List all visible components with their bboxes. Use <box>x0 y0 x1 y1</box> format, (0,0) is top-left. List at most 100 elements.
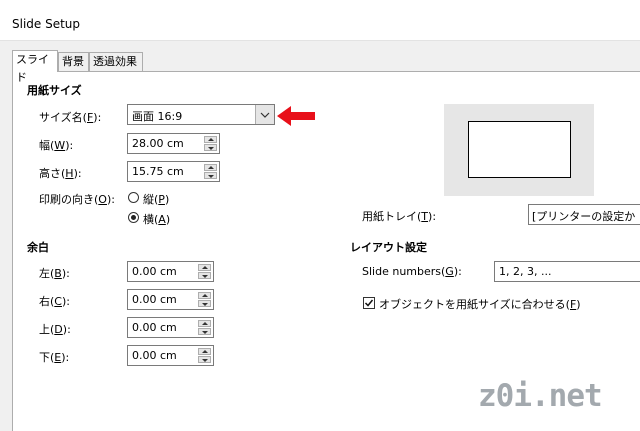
spin-down-button[interactable] <box>204 172 217 179</box>
margin-right-accesskey: C <box>54 295 62 308</box>
margin-left-label-suffix: ): <box>61 267 70 280</box>
margin-top-label: 上(D): <box>39 321 71 337</box>
margin-bottom-spinner[interactable] <box>198 348 211 363</box>
portrait-label-suffix: ) <box>164 193 170 206</box>
slide-numbers-label-suffix: ): <box>453 265 462 278</box>
margin-right-spinner[interactable] <box>198 292 211 307</box>
slide-preview <box>444 104 594 196</box>
margin-right-value: 0.00 cm <box>132 293 177 306</box>
window-title: Slide Setup <box>12 17 81 31</box>
slide-numbers-label-text: Slide numbers( <box>362 265 446 278</box>
margin-top-accesskey: D <box>54 323 63 336</box>
fit-object-label-suffix: ) <box>576 298 581 311</box>
spin-up-button[interactable] <box>198 320 211 327</box>
orientation-label-suffix: ): <box>106 193 115 206</box>
spin-up-button[interactable] <box>204 164 217 171</box>
margin-left-label: 左(B): <box>39 265 70 281</box>
spin-up-button[interactable] <box>198 292 211 299</box>
fit-object-label[interactable]: オブジェクトを用紙サイズに合わせる(F) <box>379 296 581 312</box>
tab-background-label: 背景 <box>62 55 84 68</box>
size-name-label-text: サイズ名( <box>39 111 87 124</box>
portrait-label[interactable]: 縦(P) <box>143 191 169 207</box>
height-value: 15.75 cm <box>132 165 184 178</box>
spin-up-button[interactable] <box>198 264 211 271</box>
layout-settings-heading: レイアウト設定 <box>350 241 427 254</box>
landscape-radio[interactable] <box>128 212 139 223</box>
width-label-suffix: ): <box>65 139 74 152</box>
fit-object-checkbox[interactable] <box>363 297 375 309</box>
margin-bottom-spinfield[interactable]: 0.00 cm <box>127 345 214 366</box>
portrait-label-text: 縦( <box>143 193 159 206</box>
landscape-label[interactable]: 横(A) <box>143 211 170 227</box>
width-spinfield[interactable]: 28.00 cm <box>127 133 220 154</box>
margin-bottom-label-suffix: ): <box>61 351 70 364</box>
spin-up-button[interactable] <box>198 348 211 355</box>
tab-transparency-label: 透過効果 <box>93 55 137 68</box>
slide-numbers-label: Slide numbers(G): <box>362 265 462 278</box>
portrait-radio[interactable] <box>128 192 139 203</box>
orientation-accesskey: O <box>98 193 107 206</box>
margin-top-label-suffix: ): <box>62 323 71 336</box>
slide-numbers-value: 1, 2, 3, ... <box>499 265 552 278</box>
tab-background[interactable]: 背景 <box>58 52 89 71</box>
width-spinner[interactable] <box>204 136 217 151</box>
margin-right-spinfield[interactable]: 0.00 cm <box>127 289 214 310</box>
margin-top-value: 0.00 cm <box>132 321 177 334</box>
paper-tray-dropdown[interactable]: [プリンターの設定から] <box>528 204 640 225</box>
margin-right-label: 右(C): <box>39 293 70 309</box>
size-name-label-suffix: ): <box>93 111 102 124</box>
width-label-text: 幅( <box>39 139 55 152</box>
landscape-label-text: 横( <box>143 213 159 226</box>
spin-down-button[interactable] <box>198 356 211 363</box>
margin-bottom-label: 下(E): <box>39 349 69 365</box>
spin-down-button[interactable] <box>198 272 211 279</box>
height-label: 高さ(H): <box>39 165 82 181</box>
checkmark-icon <box>364 299 374 307</box>
portrait-accesskey: P <box>158 193 165 206</box>
width-accesskey: W <box>54 139 66 152</box>
paper-tray-label: 用紙トレイ(T): <box>362 208 436 224</box>
orientation-label-text: 印刷の向き( <box>39 193 99 206</box>
title-bar: Slide Setup <box>0 0 640 41</box>
margin-left-spinfield[interactable]: 0.00 cm <box>127 261 214 282</box>
tab-slide[interactable]: スライド <box>12 50 58 84</box>
height-label-text: 高さ( <box>39 167 66 180</box>
tab-transparency[interactable]: 透過効果 <box>89 52 143 71</box>
arrow-left-icon <box>277 106 315 126</box>
width-value: 28.00 cm <box>132 137 184 150</box>
margin-left-accesskey: B <box>54 267 62 280</box>
site-watermark: z0i.net <box>478 378 603 414</box>
margin-top-label-text: 上( <box>39 323 55 336</box>
spin-down-button[interactable] <box>198 300 211 307</box>
margin-left-label-text: 左( <box>39 267 55 280</box>
margin-left-value: 0.00 cm <box>132 265 177 278</box>
paper-size-heading: 用紙サイズ <box>27 84 82 97</box>
fit-object-label-text: オブジェクトを用紙サイズに合わせる( <box>379 298 570 311</box>
preview-slide-rect <box>468 121 571 178</box>
slide-numbers-accesskey: G <box>445 265 454 278</box>
height-spinfield[interactable]: 15.75 cm <box>127 161 220 182</box>
chevron-down-icon <box>260 112 270 118</box>
slide-numbers-dropdown[interactable]: 1, 2, 3, ... <box>494 261 640 282</box>
paper-tray-label-suffix: ): <box>428 210 437 223</box>
landscape-accesskey: A <box>158 213 166 226</box>
margins-heading: 余白 <box>27 241 49 254</box>
margin-left-spinner[interactable] <box>198 264 211 279</box>
size-name-label: サイズ名(F): <box>39 109 101 125</box>
dropdown-button[interactable] <box>255 105 274 124</box>
margin-right-label-text: 右( <box>39 295 55 308</box>
size-name-dropdown[interactable]: 画面 16:9 <box>127 104 275 125</box>
height-spinner[interactable] <box>204 164 217 179</box>
margin-top-spinfield[interactable]: 0.00 cm <box>127 317 214 338</box>
height-accesskey: H <box>65 167 74 180</box>
spin-down-button[interactable] <box>204 144 217 151</box>
paper-tray-label-text: 用紙トレイ( <box>362 210 422 223</box>
spin-up-button[interactable] <box>204 136 217 143</box>
paper-tray-value: [プリンターの設定から] <box>532 210 636 223</box>
orientation-label: 印刷の向き(O): <box>39 191 115 207</box>
margin-top-spinner[interactable] <box>198 320 211 335</box>
height-label-suffix: ): <box>73 167 82 180</box>
margin-bottom-value: 0.00 cm <box>132 349 177 362</box>
margin-bottom-label-text: 下( <box>39 351 55 364</box>
spin-down-button[interactable] <box>198 328 211 335</box>
